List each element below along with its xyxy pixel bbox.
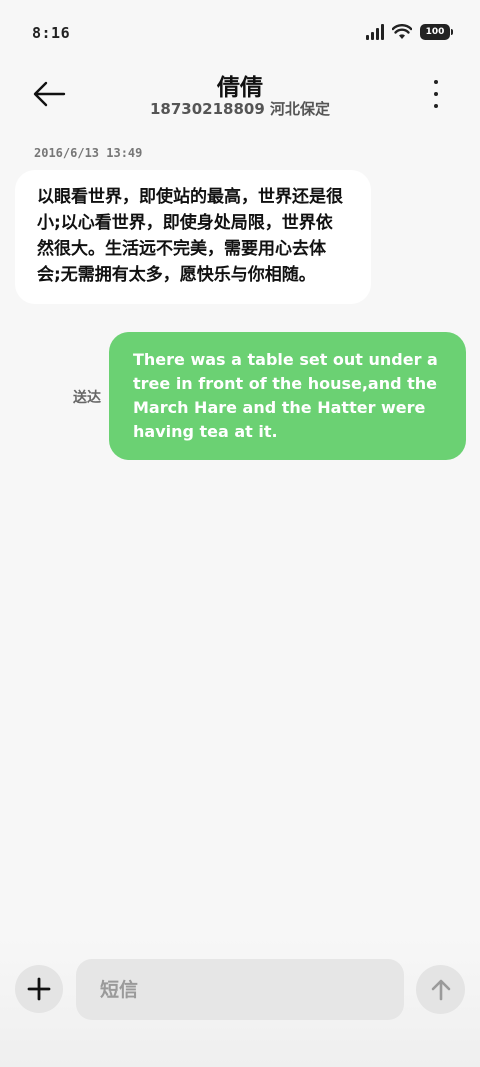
outgoing-message-bubble[interactable]: There was a table set out under a tree i…	[109, 332, 466, 460]
more-options-button[interactable]	[430, 80, 442, 108]
incoming-message-bubble[interactable]: 以眼看世界，即使站的最高，世界还是很小;以心看世界，即使身处局限，世界依然很大。…	[15, 170, 371, 304]
battery-icon: 100	[420, 24, 453, 40]
more-vertical-icon	[434, 80, 438, 84]
send-button[interactable]	[416, 965, 465, 1014]
plus-icon	[27, 977, 51, 1001]
add-attachment-button[interactable]	[15, 965, 63, 1013]
delivery-status: 送达	[73, 390, 101, 406]
contact-detail: 18730218809 河北保定	[149, 100, 331, 118]
message-input[interactable]	[76, 959, 404, 1020]
conversation-header: 倩倩 18730218809 河北保定	[0, 66, 480, 126]
status-bar: 8:16 100	[0, 0, 480, 66]
wifi-icon	[392, 24, 412, 40]
contact-name: 倩倩	[217, 75, 263, 101]
status-icons: 100	[366, 24, 453, 40]
arrow-up-icon	[431, 979, 450, 1000]
message-timestamp: 2016/6/13 13:49	[34, 146, 143, 160]
signal-icon	[366, 24, 384, 40]
status-time: 8:16	[32, 24, 71, 42]
